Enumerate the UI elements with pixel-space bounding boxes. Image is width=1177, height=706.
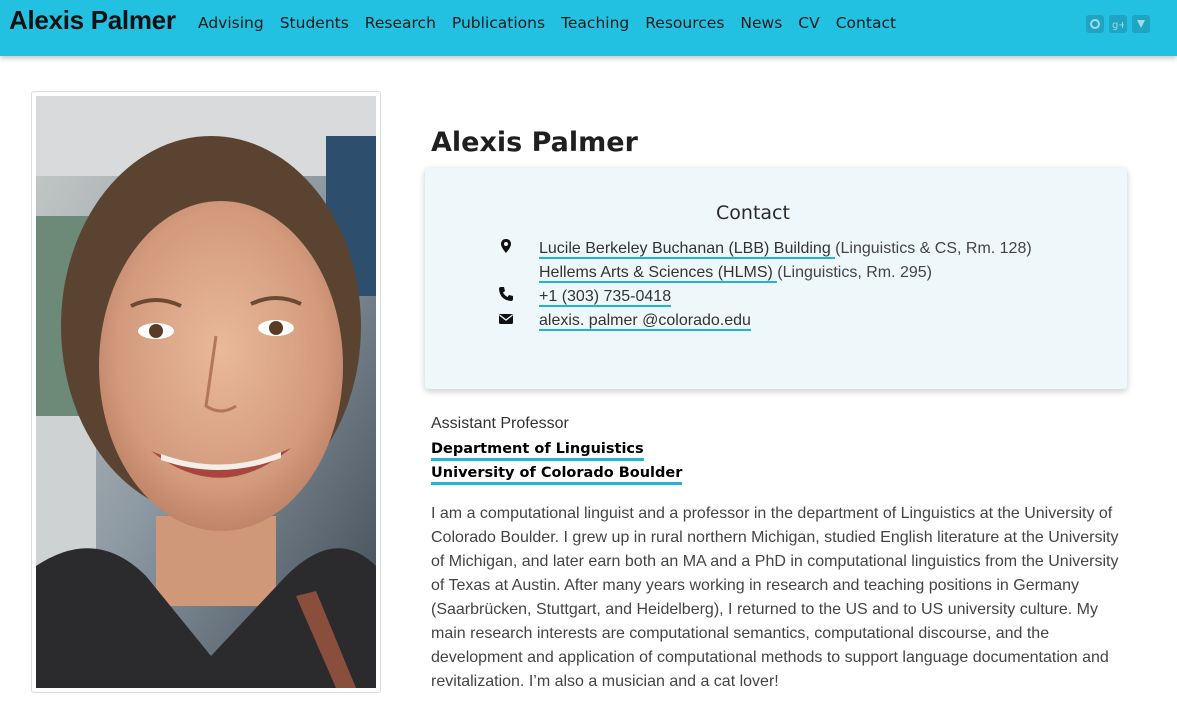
contact-heading: Contact	[716, 202, 790, 224]
contact-row-building1: Lucile Berkeley Buchanan (LBB) Building …	[539, 240, 1032, 259]
contact-card: Contact Lucile Berkeley Buchanan (LBB) B…	[425, 168, 1127, 389]
building1-link[interactable]: Lucile Berkeley Buchanan (LBB) Building	[539, 240, 836, 259]
page-title: Alexis Palmer	[431, 127, 638, 158]
phone-link[interactable]: +1 (303) 735-0418	[539, 288, 672, 307]
nav-research[interactable]: Research	[365, 14, 436, 32]
google-plus-icon[interactable]: g+	[1109, 15, 1127, 33]
bio-paragraph: I am a computational linguist and a prof…	[431, 505, 1119, 690]
nav-students[interactable]: Students	[280, 14, 349, 32]
nav-cv[interactable]: CV	[798, 14, 819, 32]
email-link[interactable]: alexis. palmer @colorado.edu	[539, 312, 751, 331]
profile-photo	[36, 96, 376, 688]
building2-link[interactable]: Hellems Arts & Sciences (HLMS)	[539, 264, 778, 283]
nav-publications[interactable]: Publications	[452, 14, 545, 32]
building1-note: (Linguistics & CS, Rm. 128)	[835, 240, 1032, 257]
contact-row-phone: +1 (303) 735-0418	[539, 288, 672, 307]
gravatar-icon[interactable]	[1132, 15, 1150, 33]
university-link[interactable]: University of Colorado Boulder	[431, 464, 683, 485]
social-links: g+	[1086, 15, 1150, 33]
building2-note: (Linguistics, Rm. 295)	[777, 264, 932, 281]
top-navbar: Alexis Palmer Advising Students Research…	[0, 0, 1177, 56]
job-title: Assistant Professor	[431, 415, 569, 432]
phone-icon	[499, 287, 513, 301]
map-marker-icon	[501, 239, 511, 253]
svg-text:g+: g+	[1112, 20, 1124, 30]
nav-news[interactable]: News	[740, 14, 782, 32]
contact-row-building2: Hellems Arts & Sciences (HLMS) (Linguist…	[539, 264, 932, 283]
envelope-icon	[499, 314, 513, 324]
nav-teaching[interactable]: Teaching	[561, 14, 629, 32]
nav-resources[interactable]: Resources	[645, 14, 724, 32]
profile-photo-frame	[31, 91, 381, 693]
nav-advising[interactable]: Advising	[198, 14, 264, 32]
github-icon[interactable]	[1086, 15, 1104, 33]
nav-contact[interactable]: Contact	[836, 14, 896, 32]
main-nav: Advising Students Research Publications …	[198, 14, 896, 32]
site-title-link[interactable]: Alexis Palmer	[9, 5, 176, 36]
department-link[interactable]: Department of Linguistics	[431, 440, 644, 461]
contact-row-email: alexis. palmer @colorado.edu	[539, 312, 751, 331]
